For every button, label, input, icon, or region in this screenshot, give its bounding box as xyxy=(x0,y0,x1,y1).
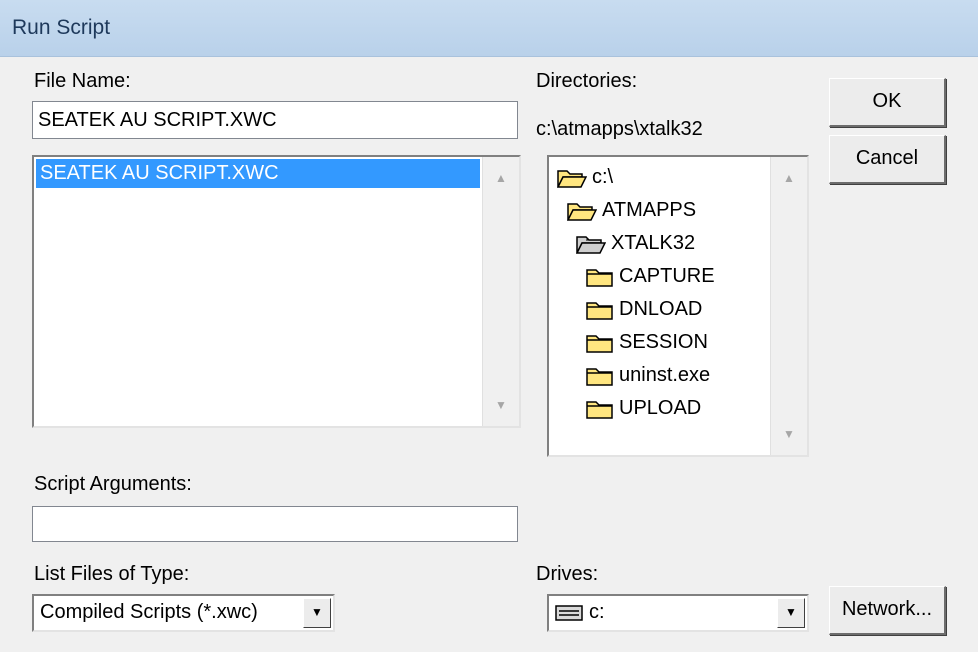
dir-item-label: DNLOAD xyxy=(619,298,703,320)
file-list-scrollbar[interactable]: ▲ ▼ xyxy=(482,157,519,426)
file-name-input[interactable]: SEATEK AU SCRIPT.XWC xyxy=(32,101,518,139)
chevron-down-icon[interactable]: ▼ xyxy=(777,598,805,628)
dir-item-label: ATMAPPS xyxy=(602,199,697,221)
open-folder-icon xyxy=(557,169,587,188)
file-list[interactable]: SEATEK AU SCRIPT.XWC ▲ ▼ xyxy=(32,155,521,428)
folder-icon xyxy=(586,334,613,353)
file-type-selected-value: Compiled Scripts (*.xwc) xyxy=(40,601,258,623)
folder-icon xyxy=(586,367,613,386)
file-type-select[interactable]: Compiled Scripts (*.xwc) ▼ xyxy=(32,594,335,632)
title-bar[interactable]: Run Script xyxy=(0,0,978,57)
dir-item-label: UPLOAD xyxy=(619,397,702,419)
script-arguments-label: Script Arguments: xyxy=(34,473,192,495)
dir-item-session[interactable]: SESSION xyxy=(586,326,708,359)
dir-item-label: c:\ xyxy=(592,166,614,188)
cancel-button[interactable]: Cancel xyxy=(829,135,946,184)
file-name-label: File Name: xyxy=(34,70,131,92)
dir-item-upload[interactable]: UPLOAD xyxy=(586,392,701,425)
drive-icon xyxy=(555,604,583,621)
dir-item-label: SESSION xyxy=(619,331,708,353)
open-folder-current-icon xyxy=(576,235,606,254)
script-arguments-input[interactable] xyxy=(32,506,518,542)
drive-label: c: xyxy=(589,601,605,623)
drives-label: Drives: xyxy=(536,563,599,585)
dir-item-label: CAPTURE xyxy=(619,265,715,287)
dir-item-c-root[interactable]: c:\ xyxy=(557,161,613,194)
dir-item-label: uninst.exe xyxy=(619,364,711,386)
folder-icon xyxy=(586,301,613,320)
dir-item-atmapps[interactable]: ATMAPPS xyxy=(567,194,696,227)
list-files-of-type-label: List Files of Type: xyxy=(34,563,190,585)
chevron-down-icon[interactable]: ▼ xyxy=(303,598,331,628)
ok-button[interactable]: OK xyxy=(829,78,946,127)
scroll-down-arrow-icon[interactable]: ▼ xyxy=(483,390,519,420)
directory-tree-scrollbar[interactable]: ▲ ▼ xyxy=(770,157,807,455)
file-list-item-selected[interactable]: SEATEK AU SCRIPT.XWC xyxy=(36,159,480,188)
current-directory-path: c:\atmapps\xtalk32 xyxy=(536,118,703,140)
file-list-item-label: SEATEK AU SCRIPT.XWC xyxy=(40,162,279,184)
network-button[interactable]: Network... xyxy=(829,586,946,635)
dir-item-dnload[interactable]: DNLOAD xyxy=(586,293,702,326)
open-folder-icon xyxy=(567,202,597,221)
drives-select[interactable]: c: ▼ xyxy=(547,594,809,632)
dir-item-xtalk32[interactable]: XTALK32 xyxy=(576,227,695,260)
drives-selected-value: c: xyxy=(555,601,605,624)
folder-icon xyxy=(586,400,613,419)
scroll-down-arrow-icon[interactable]: ▼ xyxy=(771,419,807,449)
directory-tree[interactable]: c:\ ATMAPPS XTALK32 CAPTURE DNLOAD SESSI… xyxy=(547,155,809,457)
dir-item-capture[interactable]: CAPTURE xyxy=(586,260,715,293)
directories-label: Directories: xyxy=(536,70,638,92)
folder-icon xyxy=(586,268,613,287)
scroll-up-arrow-icon[interactable]: ▲ xyxy=(771,163,807,193)
dir-item-label: XTALK32 xyxy=(611,232,696,254)
scroll-up-arrow-icon[interactable]: ▲ xyxy=(483,163,519,193)
dir-item-uninst-exe[interactable]: uninst.exe xyxy=(586,359,710,392)
window-title: Run Script xyxy=(12,16,111,39)
